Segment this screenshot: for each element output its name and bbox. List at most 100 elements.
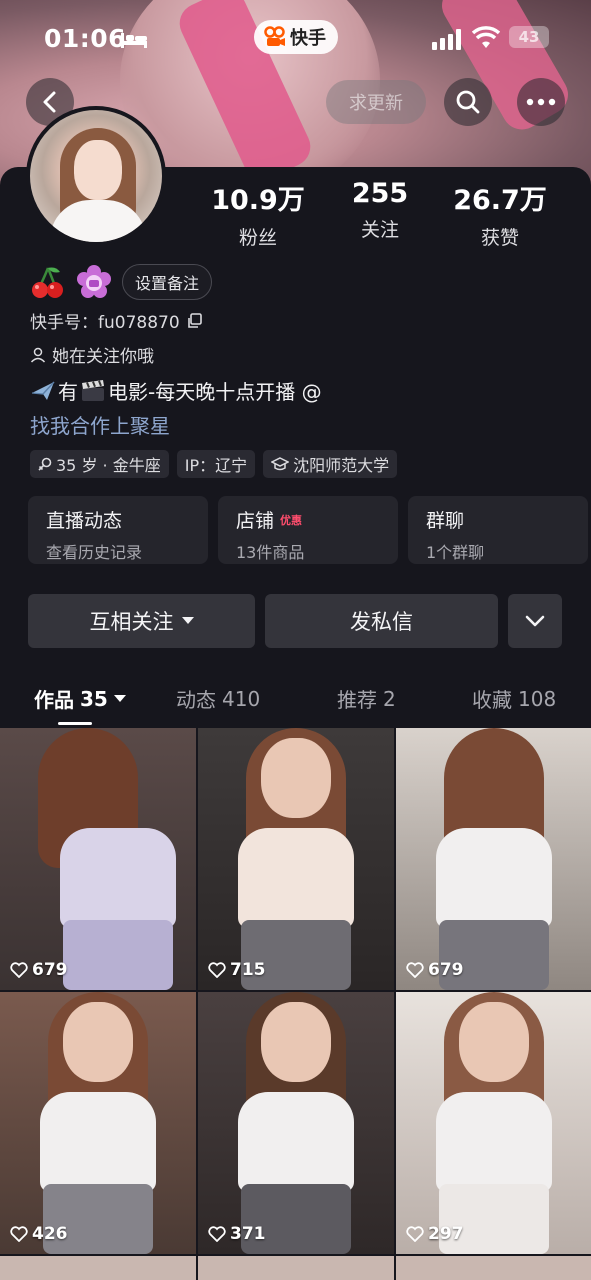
bio-prefix: 有 xyxy=(58,380,78,404)
tab-moments-count: 410 xyxy=(222,686,261,711)
video-grid: 679 715 679 426 371 297 xyxy=(0,728,591,1254)
request-update-button[interactable]: 求更新 xyxy=(326,80,426,124)
sleep-mode-icon xyxy=(121,33,147,48)
live-card-subtitle: 查看历史记录 xyxy=(46,543,143,562)
app-name: 快手 xyxy=(290,28,326,49)
tab-works[interactable]: 作品 35 xyxy=(34,684,126,713)
status-bar: 01:06 快手 43 xyxy=(0,20,591,60)
tab-works-label: 作品 xyxy=(34,688,74,712)
content-tabs: 作品 35 动态 410 推荐 2 收藏 108 xyxy=(0,680,591,728)
heart-icon xyxy=(208,1226,226,1242)
status-time: 01:06 xyxy=(44,24,127,53)
following-count: 255 xyxy=(351,178,409,209)
flower-badge-icon[interactable] xyxy=(76,264,112,300)
video-thumbnail[interactable]: 679 xyxy=(396,728,591,990)
send-message-label: 发私信 xyxy=(350,610,413,634)
follow-hint-text: 她在关注你哦 xyxy=(52,347,154,367)
video-thumbnail[interactable]: 426 xyxy=(0,992,196,1254)
tab-moments[interactable]: 动态 410 xyxy=(176,684,260,713)
like-count: 426 xyxy=(10,1224,68,1244)
followers-count: 10.9万 xyxy=(211,185,305,216)
live-card-title: 直播动态 xyxy=(46,510,123,532)
video-thumbnail[interactable] xyxy=(396,1256,591,1280)
gender-female-icon xyxy=(38,457,52,471)
followers-label: 粉丝 xyxy=(238,227,277,249)
heart-icon xyxy=(10,962,28,978)
wifi-icon xyxy=(472,26,500,48)
active-tab-indicator xyxy=(58,722,92,725)
avatar[interactable] xyxy=(26,106,166,246)
school-tag-text: 沈阳师范大学 xyxy=(293,456,390,475)
following-label: 关注 xyxy=(360,219,399,241)
kuaishou-id: 快手号：fu078870 xyxy=(30,313,180,333)
like-count-text: 715 xyxy=(230,960,266,980)
heart-icon xyxy=(406,1226,424,1242)
live-history-card[interactable]: 直播动态 查看历史记录 xyxy=(28,496,208,564)
shop-card-title: 店铺 xyxy=(236,510,275,532)
school-tag[interactable]: 沈阳师范大学 xyxy=(263,450,398,478)
battery-icon: 43 xyxy=(509,26,549,48)
like-count-text: 371 xyxy=(230,1224,266,1244)
following-stat[interactable]: 255 关注 xyxy=(320,178,440,242)
copy-icon[interactable] xyxy=(186,312,202,329)
tab-works-count: 35 xyxy=(80,686,108,711)
video-thumbnail[interactable] xyxy=(198,1256,394,1280)
send-message-button[interactable]: 发私信 xyxy=(265,594,498,648)
mutual-follow-button[interactable]: 互相关注 xyxy=(28,594,255,648)
group-card-subtitle: 1个群聊 xyxy=(426,543,485,562)
video-thumbnail[interactable]: 715 xyxy=(198,728,394,990)
likes-count: 26.7万 xyxy=(453,185,547,216)
like-count: 297 xyxy=(406,1224,464,1244)
more-options-button[interactable] xyxy=(517,78,565,126)
tab-favorites-count: 108 xyxy=(518,686,557,711)
heart-icon xyxy=(208,962,226,978)
bio: 有 电影-每天晚十点开播 @ xyxy=(30,376,322,405)
tab-recommend[interactable]: 推荐 2 xyxy=(337,684,396,713)
tab-moments-label: 动态 xyxy=(176,688,216,712)
like-count-text: 426 xyxy=(32,1224,68,1244)
shop-card[interactable]: 店铺 优惠 13件商品 xyxy=(218,496,398,564)
likes-label: 获赞 xyxy=(480,227,519,249)
heart-icon xyxy=(10,1226,28,1242)
age-tag: 35 岁 · 金牛座 xyxy=(30,450,169,478)
person-icon xyxy=(30,347,46,363)
group-card-title: 群聊 xyxy=(426,510,465,532)
caret-down-icon xyxy=(181,617,194,624)
group-chat-card[interactable]: 群聊 1个群聊 xyxy=(408,496,588,564)
cooperation-link[interactable]: 找我合作上聚星 xyxy=(30,410,170,439)
profile-actions: 互相关注 发私信 xyxy=(28,594,562,648)
shop-promo-badge: 优惠 xyxy=(280,513,303,527)
heart-icon xyxy=(406,962,424,978)
profile-tags: 35 岁 · 金牛座 IP：辽宁 沈阳师范大学 xyxy=(30,450,398,478)
set-remark-button[interactable]: 设置备注 xyxy=(122,264,213,300)
clapperboard-icon xyxy=(82,379,104,401)
kuaishou-id-row[interactable]: 快手号：fu078870 xyxy=(30,308,202,333)
like-count-text: 679 xyxy=(32,960,68,980)
bio-text: 电影-每天晚十点开播 @ xyxy=(108,380,322,404)
video-thumbnail[interactable]: 371 xyxy=(198,992,394,1254)
likes-stat[interactable]: 26.7万 获赞 xyxy=(440,178,560,250)
badge-row: 设置备注 xyxy=(30,264,213,300)
age-tag-text: 35 岁 · 金牛座 xyxy=(56,456,161,475)
ip-tag: IP：辽宁 xyxy=(176,450,256,478)
like-count: 679 xyxy=(10,960,68,980)
follow-hint-row: 她在关注你哦 xyxy=(30,342,154,367)
expand-recommend-button[interactable] xyxy=(508,594,562,648)
feature-cards: 直播动态 查看历史记录 店铺 优惠 13件商品 群聊 1个群聊 xyxy=(28,496,588,564)
search-button[interactable] xyxy=(444,78,492,126)
video-thumbnail[interactable] xyxy=(0,1256,196,1280)
battery-level: 43 xyxy=(518,28,540,46)
followers-stat[interactable]: 10.9万 粉丝 xyxy=(198,178,318,250)
shop-card-subtitle: 13件商品 xyxy=(236,543,305,562)
like-count-text: 679 xyxy=(428,960,464,980)
video-thumbnail[interactable]: 297 xyxy=(396,992,591,1254)
ip-tag-text: IP：辽宁 xyxy=(184,456,248,475)
more-dots-icon xyxy=(526,98,556,106)
tab-recommend-count: 2 xyxy=(383,686,396,711)
like-count-text: 297 xyxy=(428,1224,464,1244)
like-count: 371 xyxy=(208,1224,266,1244)
cherry-badge-icon[interactable] xyxy=(30,264,66,300)
tab-favorites[interactable]: 收藏 108 xyxy=(472,684,556,713)
app-badge: 快手 xyxy=(254,20,338,54)
video-thumbnail[interactable]: 679 xyxy=(0,728,196,990)
